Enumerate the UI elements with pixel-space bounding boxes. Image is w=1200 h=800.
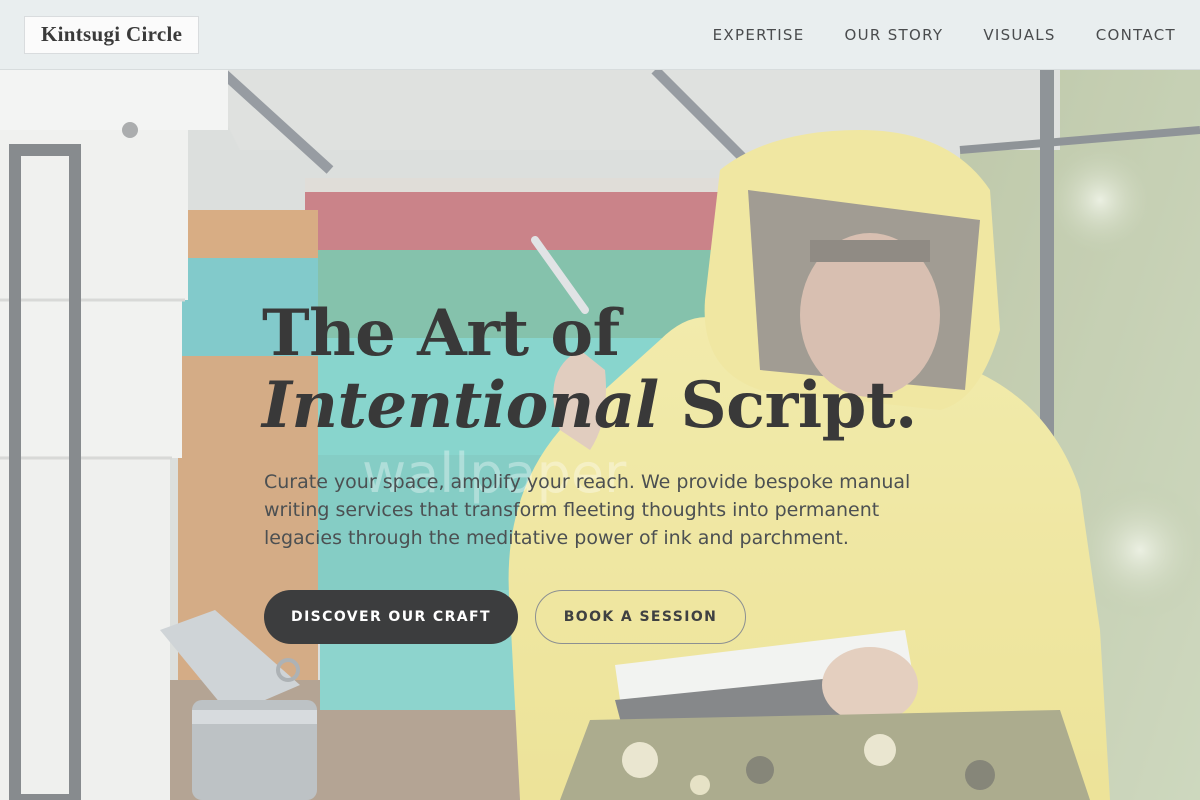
headline-line-1: The Art of [262, 296, 620, 371]
hero-lead-paragraph: Curate your space, amplify your reach. W… [264, 471, 911, 549]
book-session-button[interactable]: BOOK A SESSION [535, 590, 746, 644]
hero-headline: The Art of Intentional Script. [262, 298, 962, 442]
hero-section: wallpaper The Art of Intentional Script.… [0, 70, 1200, 800]
hero-actions: DISCOVER OUR CRAFT BOOK A SESSION [264, 590, 746, 644]
nav-expertise[interactable]: EXPERTISE [713, 26, 805, 44]
nav-our-story[interactable]: OUR STORY [845, 26, 944, 44]
nav-contact[interactable]: CONTACT [1096, 26, 1176, 44]
headline-line-2-rest: Script. [658, 368, 917, 443]
nav-visuals[interactable]: VISUALS [983, 26, 1055, 44]
headline-emphasis: Intentional [262, 368, 659, 443]
headline-line-2: Intentional Script. [262, 370, 962, 442]
discover-craft-button[interactable]: DISCOVER OUR CRAFT [264, 590, 518, 644]
main-nav: EXPERTISE OUR STORY VISUALS CONTACT [713, 26, 1176, 44]
site-header: Kintsugi Circle EXPERTISE OUR STORY VISU… [0, 0, 1200, 70]
brand-logo[interactable]: Kintsugi Circle [24, 15, 200, 54]
